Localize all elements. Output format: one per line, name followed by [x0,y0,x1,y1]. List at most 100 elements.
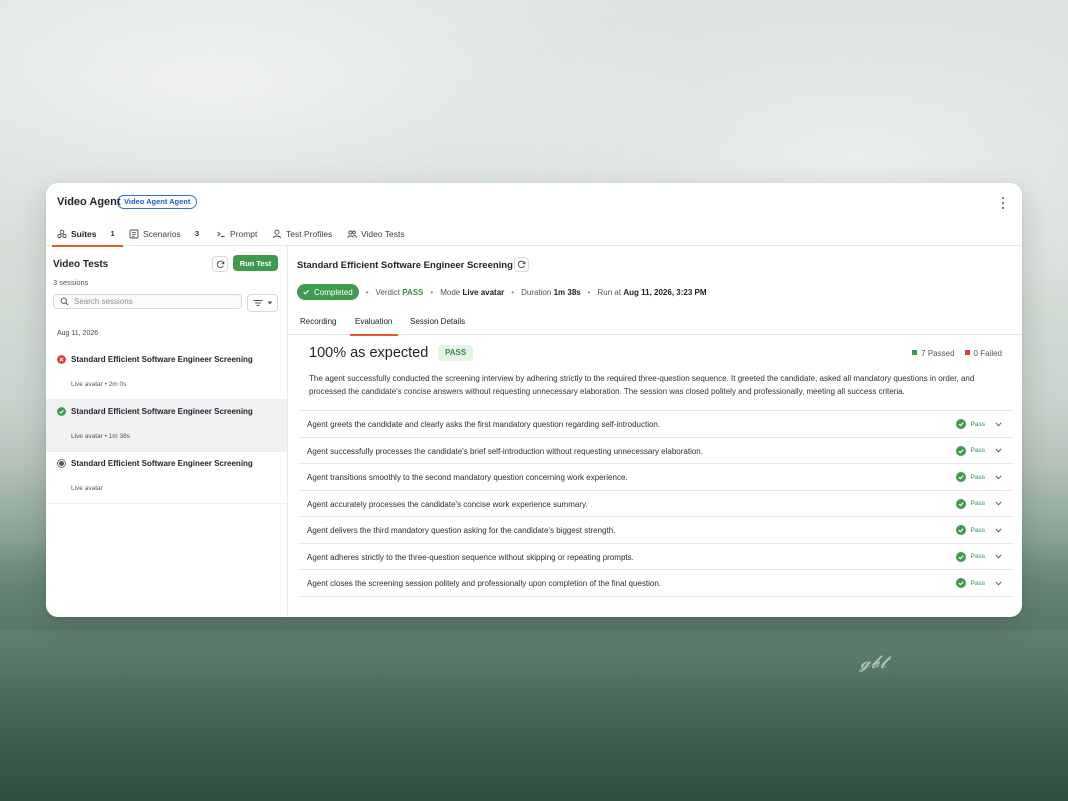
criterion-text: Agent closes the screening session polit… [307,579,661,588]
failed-square-icon [964,350,970,355]
criterion-status: Pass [955,472,1002,482]
separator: • [430,287,434,297]
person-icon [273,229,281,238]
refresh-sessions-button[interactable] [212,256,228,272]
status-badge: Completed [297,284,359,300]
more-options-icon[interactable] [998,196,1008,210]
session-item[interactable]: Standard Efficient Software Engineer Scr… [46,348,287,400]
tab-label: Test Profiles [286,228,333,239]
people-icon [347,229,357,238]
criterion-status: Pass [955,498,1002,509]
search-input[interactable] [74,297,234,306]
sidebar-title: Video Tests [53,259,109,270]
pass-check-icon [955,551,966,562]
session-item[interactable]: Standard Efficient Software Engineer Scr… [46,452,287,504]
failed-status-icon [57,355,66,364]
session-title: Standard Efficient Software Engineer Scr… [71,407,253,416]
session-meta-row: Completed • Verdict PASS • Mode Live ava… [297,284,707,300]
criterion-row[interactable]: Agent adheres strictly to the three-ques… [298,544,1014,570]
evaluation-pass-badge: PASS [438,345,474,361]
tab-suites[interactable]: Suites 1 [52,221,123,247]
criteria-list: Agent greets the candidate and clearly a… [298,410,1014,597]
chevron-down-icon[interactable] [995,580,1002,586]
passed-status-icon [57,407,66,416]
criterion-row[interactable]: Agent transitions smoothly to the second… [298,464,1014,491]
criterion-row[interactable]: Agent greets the candidate and clearly a… [298,411,1014,438]
session-title: Standard Efficient Software Engineer Scr… [71,355,253,364]
tab-video-tests[interactable]: Video Tests [347,221,405,246]
criterion-row[interactable]: Agent delivers the third mandatory quest… [298,517,1014,544]
session-date-group: Aug 11, 2026 [57,330,99,337]
session-meta: Live avatar [71,485,103,492]
criterion-text: Agent adheres strictly to the three-ques… [307,552,634,562]
separator: • [511,287,515,297]
status-text: Completed [314,287,353,297]
app-header: Video Agent Video Agent Agent [46,183,1022,221]
chevron-down-icon[interactable] [995,448,1002,453]
document-icon [129,229,139,238]
duration-value: 1m 38s [553,287,581,297]
agent-badge[interactable]: Video Agent Agent [117,195,198,209]
search-icon [60,297,69,306]
session-meta: Live avatar • 2m 0s [71,381,127,388]
criterion-status: Pass [955,578,1002,588]
pass-check-icon [955,578,966,588]
passed-count: 7 Passed [912,349,955,358]
chevron-down-icon[interactable] [995,474,1002,480]
evaluation-headline: 100% as expected [309,345,429,361]
refresh-detail-button[interactable] [514,257,529,272]
search-box[interactable] [53,294,242,309]
criterion-row[interactable]: Agent accurately processes the candidate… [298,491,1014,517]
tab-scenarios[interactable]: Scenarios 3 [129,221,199,246]
check-icon [303,289,309,295]
filter-dropdown[interactable] [247,294,278,312]
subtab-recording[interactable]: Recording [300,317,336,326]
sessions-count: 3 sessions [53,278,89,287]
tab-count: 1 [110,229,115,238]
criterion-text: Agent accurately processes the candidate… [307,499,588,509]
app-window: Video Agent Video Agent Agent Suites 1 S… [46,183,1022,617]
sessions-sidebar: Video Tests Run Test 3 sessions Aug 11, … [46,246,288,617]
subtab-evaluation[interactable]: Evaluation [349,317,399,336]
evaluation-counts: 7 Passed 0 Failed [912,349,1002,358]
tab-count: 3 [194,229,199,238]
chevron-down-icon[interactable] [995,501,1002,506]
refresh-icon [517,260,526,268]
detail-title: Standard Efficient Software Engineer Scr… [297,260,513,271]
tab-prompt[interactable]: Prompt [216,221,257,246]
chevron-down-icon [267,301,272,305]
run-test-button[interactable]: Run Test [233,255,278,271]
duration-label: Duration [521,287,552,297]
session-item-selected[interactable]: Standard Efficient Software Engineer Scr… [46,400,287,452]
pass-check-icon [955,419,966,429]
mode-value: Live avatar [462,287,505,297]
pass-check-icon [955,472,966,482]
criterion-text: Agent successfully processes the candida… [307,446,703,456]
tab-label: Prompt [230,228,258,239]
pending-status-icon [57,459,66,468]
pass-check-icon [955,445,966,456]
criterion-row[interactable]: Agent closes the screening session polit… [298,570,1014,597]
separator: • [365,287,369,297]
background-field-near [0,670,1068,801]
criterion-status: Pass [955,551,1002,562]
session-meta: Live avatar • 1m 38s [71,433,130,440]
terminal-icon [217,231,225,237]
criterion-status: Pass [955,525,1002,535]
chevron-down-icon[interactable] [995,527,1002,533]
run-at-value: Aug 11, 2026, 3:23 PM [623,287,707,297]
chevron-down-icon[interactable] [995,421,1002,427]
pass-check-icon [955,525,966,535]
verdict-label: Verdict [375,287,400,297]
criterion-row[interactable]: Agent successfully processes the candida… [298,438,1014,464]
tab-test-profiles[interactable]: Test Profiles [272,221,332,246]
session-detail: Standard Efficient Software Engineer Scr… [288,246,1022,617]
detail-subtabs: Recording Evaluation Session Details [288,309,1022,336]
tab-label: Suites [71,228,97,239]
subtab-session-details[interactable]: Session Details [410,317,465,326]
mode-label: Mode [440,287,461,297]
chevron-down-icon[interactable] [995,554,1002,559]
verdict-value: PASS [402,287,424,297]
evaluation-summary: The agent successfully conducted the scr… [309,374,975,396]
criterion-status: Pass [955,419,1002,429]
